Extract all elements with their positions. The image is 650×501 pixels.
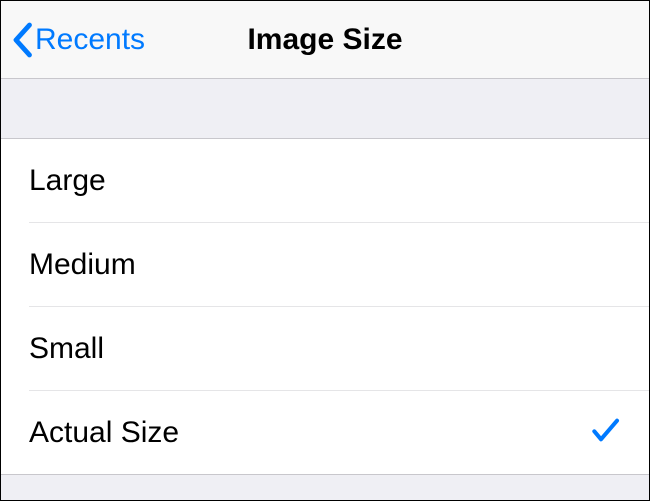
checkmark-icon [589, 414, 621, 451]
navbar: Recents Image Size [1, 1, 649, 79]
option-label: Medium [29, 248, 136, 282]
back-label: Recents [35, 23, 145, 57]
back-button[interactable]: Recents [11, 22, 145, 58]
option-label: Actual Size [29, 416, 179, 450]
option-actual-size[interactable]: Actual Size [1, 391, 649, 475]
option-large[interactable]: Large [1, 139, 649, 223]
footer-spacer [1, 475, 649, 500]
page-title: Image Size [247, 23, 402, 57]
option-medium[interactable]: Medium [1, 223, 649, 307]
chevron-left-icon [11, 22, 33, 58]
section-spacer [1, 79, 649, 139]
option-label: Large [29, 164, 106, 198]
options-list: Large Medium Small Actual Size [1, 139, 649, 475]
option-small[interactable]: Small [1, 307, 649, 391]
option-label: Small [29, 332, 104, 366]
